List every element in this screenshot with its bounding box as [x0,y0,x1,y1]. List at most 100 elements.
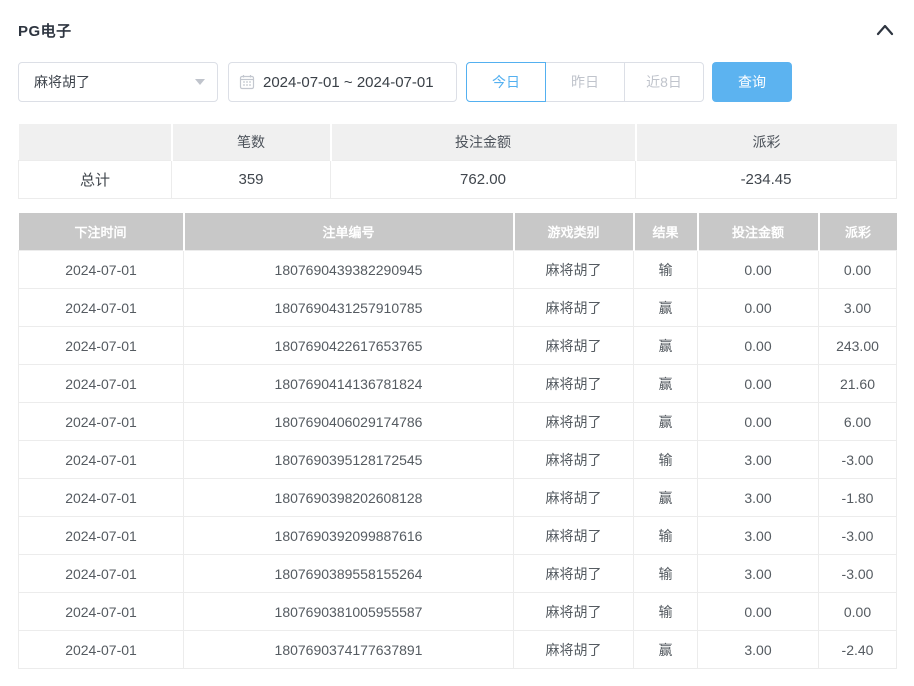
date-range-value: 2024-07-01 ~ 2024-07-01 [263,74,434,91]
cell-order-no: 1807690395128172545 [184,441,514,479]
cell-result: 输 [634,517,698,555]
summary-header-count: 笔数 [172,124,331,160]
cell-bet-time: 2024-07-01 [19,251,184,289]
cell-bet-amount: 0.00 [698,289,819,327]
cell-bet-amount: 0.00 [698,403,819,441]
table-row: 2024-07-011807690398202608128麻将胡了赢3.00-1… [19,479,897,517]
cell-payout: -3.00 [819,517,897,555]
last-8-days-button[interactable]: 近8日 [624,62,704,102]
cell-bet-time: 2024-07-01 [19,479,184,517]
cell-payout: -3.00 [819,555,897,593]
cell-bet-time: 2024-07-01 [19,555,184,593]
cell-order-no: 1807690414136781824 [184,365,514,403]
cell-game-type: 麻将胡了 [514,365,634,403]
detail-table-body: 2024-07-011807690439382290945麻将胡了输0.000.… [19,251,897,669]
cell-bet-time: 2024-07-01 [19,631,184,669]
cell-game-type: 麻将胡了 [514,631,634,669]
cell-game-type: 麻将胡了 [514,555,634,593]
query-button[interactable]: 查询 [712,62,792,102]
summary-total-payout: -234.45 [636,160,897,198]
cell-result: 赢 [634,327,698,365]
cell-result: 赢 [634,479,698,517]
summary-header-row: 笔数 投注金额 派彩 [19,124,897,160]
table-row: 2024-07-011807690392099887616麻将胡了输3.00-3… [19,517,897,555]
cell-payout: -1.80 [819,479,897,517]
cell-order-no: 1807690381005955587 [184,593,514,631]
cell-bet-amount: 0.00 [698,251,819,289]
bet-records-table: 下注时间 注单编号 游戏类别 结果 投注金额 派彩 2024-07-011807… [18,213,897,670]
cell-payout: 0.00 [819,251,897,289]
cell-order-no: 1807690439382290945 [184,251,514,289]
cell-bet-time: 2024-07-01 [19,517,184,555]
cell-bet-amount: 0.00 [698,593,819,631]
detail-header-row: 下注时间 注单编号 游戏类别 结果 投注金额 派彩 [19,213,897,251]
cell-bet-time: 2024-07-01 [19,289,184,327]
quick-range-button-group: 今日 昨日 近8日 [466,62,704,102]
cell-payout: -3.00 [819,441,897,479]
cell-payout: 6.00 [819,403,897,441]
col-header-bet-time: 下注时间 [19,213,184,251]
cell-result: 赢 [634,289,698,327]
cell-payout: 3.00 [819,289,897,327]
summary-total-label: 总计 [19,160,172,198]
game-select-value: 麻将胡了 [34,72,90,92]
cell-order-no: 1807690422617653765 [184,327,514,365]
cell-order-no: 1807690406029174786 [184,403,514,441]
cell-bet-time: 2024-07-01 [19,441,184,479]
table-row: 2024-07-011807690381005955587麻将胡了输0.000.… [19,593,897,631]
cell-order-no: 1807690389558155264 [184,555,514,593]
col-header-bet-amount: 投注金额 [698,213,819,251]
table-row: 2024-07-011807690389558155264麻将胡了输3.00-3… [19,555,897,593]
summary-header-blank [19,124,172,160]
cell-bet-amount: 3.00 [698,631,819,669]
cell-result: 输 [634,441,698,479]
cell-result: 输 [634,251,698,289]
cell-game-type: 麻将胡了 [514,517,634,555]
cell-payout: 243.00 [819,327,897,365]
cell-result: 输 [634,555,698,593]
game-select[interactable]: 麻将胡了 [18,62,218,102]
cell-payout: 21.60 [819,365,897,403]
col-header-order-no: 注单编号 [184,213,514,251]
cell-bet-amount: 3.00 [698,441,819,479]
filter-controls: 麻将胡了 2024-07-01 ~ 2024-07-01 今日 昨日 近8日 查… [18,62,896,102]
cell-game-type: 麻将胡了 [514,441,634,479]
summary-table: 笔数 投注金额 派彩 总计 359 762.00 -234.45 [18,124,897,199]
table-row: 2024-07-011807690431257910785麻将胡了赢0.003.… [19,289,897,327]
cell-game-type: 麻将胡了 [514,289,634,327]
panel-header: PG电子 [18,20,896,40]
today-button[interactable]: 今日 [466,62,546,102]
cell-order-no: 1807690392099887616 [184,517,514,555]
cell-game-type: 麻将胡了 [514,403,634,441]
table-row: 2024-07-011807690422617653765麻将胡了赢0.0024… [19,327,897,365]
chevron-down-icon [195,79,205,85]
chevron-up-icon [876,24,894,36]
table-row: 2024-07-011807690414136781824麻将胡了赢0.0021… [19,365,897,403]
cell-result: 赢 [634,631,698,669]
cell-game-type: 麻将胡了 [514,479,634,517]
summary-header-payout: 派彩 [636,124,897,160]
cell-order-no: 1807690431257910785 [184,289,514,327]
cell-result: 赢 [634,403,698,441]
col-header-payout: 派彩 [819,213,897,251]
cell-bet-amount: 3.00 [698,479,819,517]
cell-game-type: 麻将胡了 [514,327,634,365]
cell-bet-amount: 3.00 [698,517,819,555]
panel-title: PG电子 [18,20,72,41]
cell-bet-time: 2024-07-01 [19,593,184,631]
cell-game-type: 麻将胡了 [514,593,634,631]
date-range-input[interactable]: 2024-07-01 ~ 2024-07-01 [228,62,457,102]
cell-bet-time: 2024-07-01 [19,365,184,403]
cell-bet-time: 2024-07-01 [19,327,184,365]
summary-total-count: 359 [172,160,331,198]
cell-game-type: 麻将胡了 [514,251,634,289]
yesterday-button[interactable]: 昨日 [545,62,625,102]
collapse-button[interactable] [874,20,896,40]
cell-result: 赢 [634,365,698,403]
col-header-game-type: 游戏类别 [514,213,634,251]
col-header-result: 结果 [634,213,698,251]
cell-bet-amount: 0.00 [698,365,819,403]
table-row: 2024-07-011807690406029174786麻将胡了赢0.006.… [19,403,897,441]
summary-total-bet-amount: 762.00 [331,160,636,198]
cell-order-no: 1807690374177637891 [184,631,514,669]
